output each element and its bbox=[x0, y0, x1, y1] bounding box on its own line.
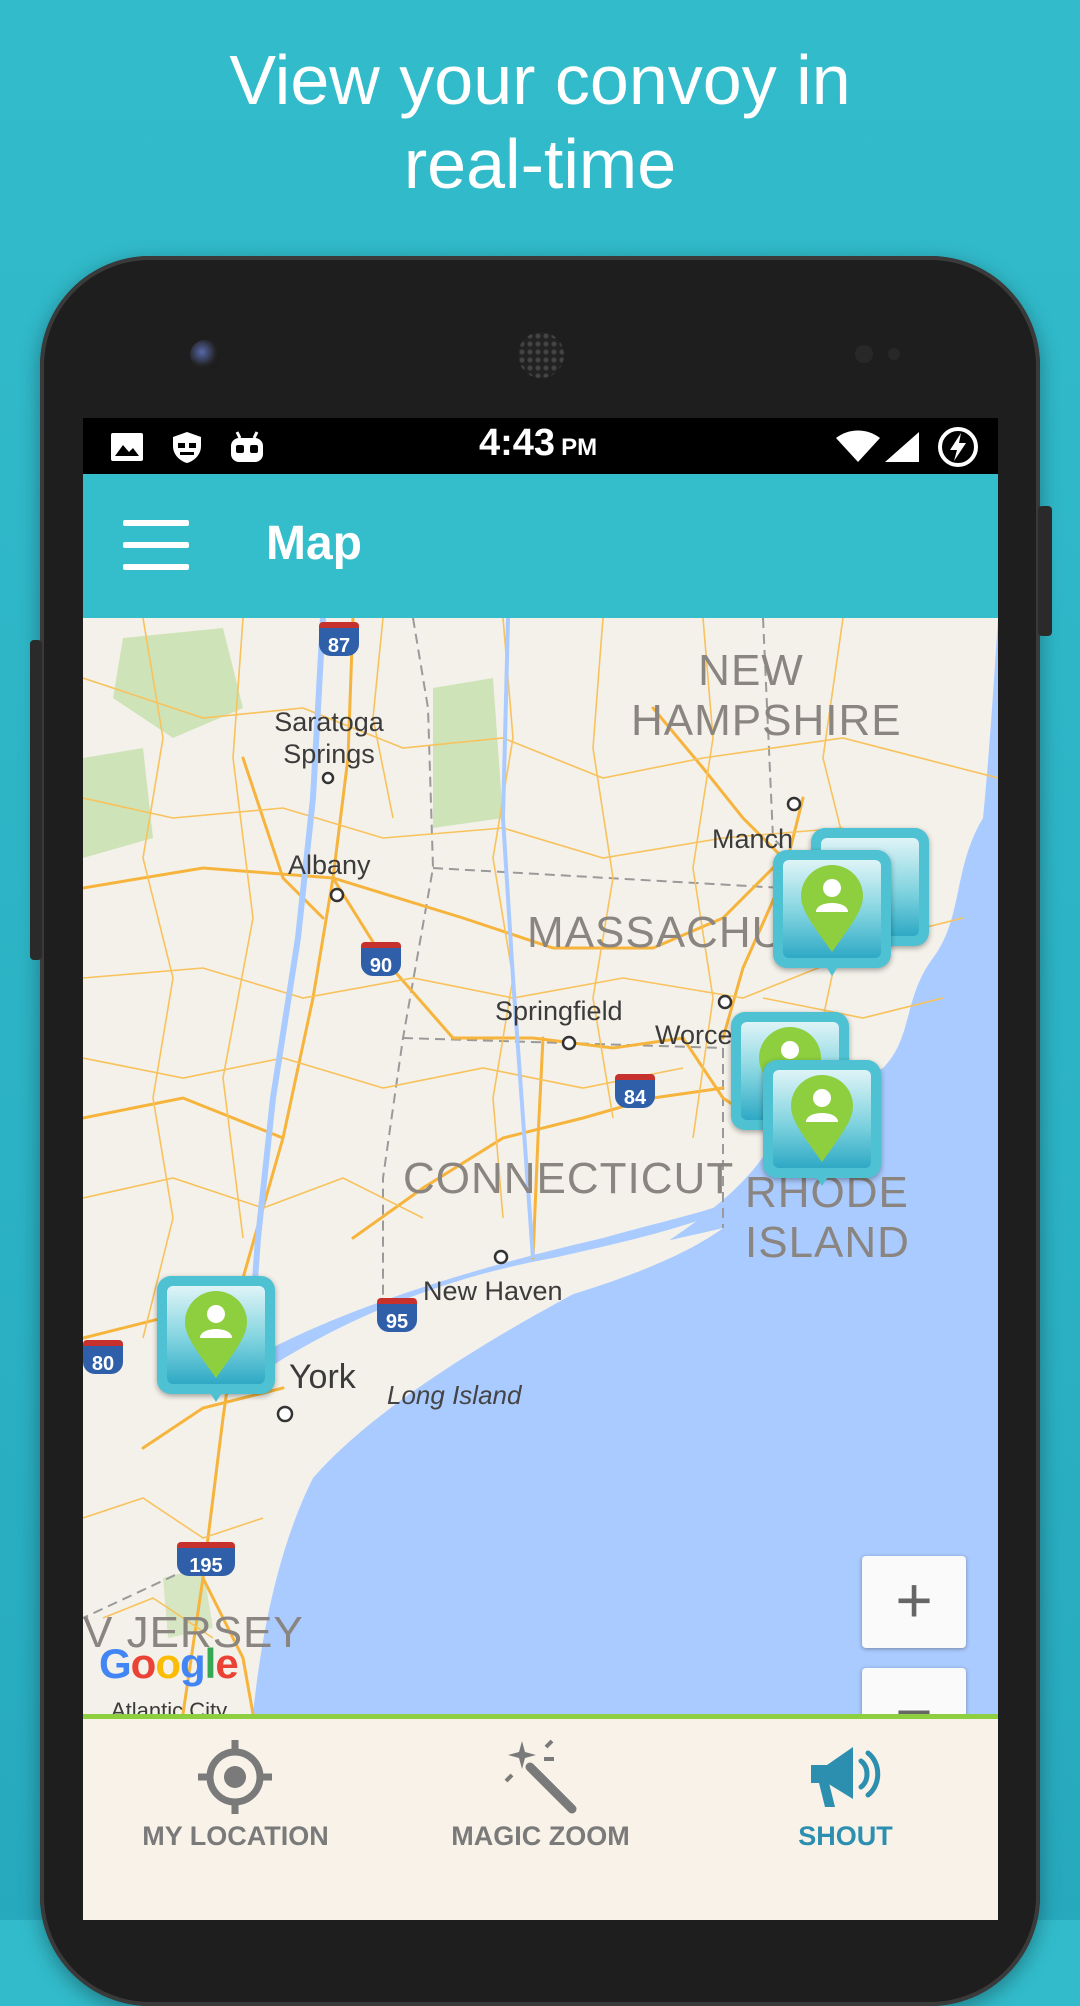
status-bar: 4:43 PM bbox=[83, 418, 998, 474]
tab-my-location[interactable]: MY LOCATION bbox=[83, 1729, 388, 1920]
phone-screen: 4:43 PM Map Saratoga Springs Albany Manc… bbox=[83, 418, 998, 1920]
map-label-massachusetts: MASSACHU bbox=[527, 908, 785, 957]
clock-time: 4:43 bbox=[479, 422, 556, 464]
tab-magic-zoom-label: MAGIC ZOOM bbox=[451, 1821, 630, 1851]
tab-my-location-label: MY LOCATION bbox=[142, 1821, 329, 1851]
headline-line-2: real-time bbox=[403, 125, 677, 203]
light-sensor bbox=[888, 348, 900, 360]
marker-tail bbox=[207, 1388, 225, 1402]
phone-side-button-left bbox=[30, 640, 42, 960]
map-label-atlantic-city: Atlantic City bbox=[111, 1698, 228, 1714]
park-area bbox=[433, 678, 503, 828]
magic-wand-icon bbox=[504, 1739, 577, 1814]
highway-shield-95: 95 bbox=[377, 1298, 417, 1333]
person-pin-icon bbox=[791, 1075, 853, 1162]
map-label-springfield: Springfield bbox=[495, 996, 623, 1026]
headline-line-1: View your convoy in bbox=[229, 41, 851, 119]
person-pin-icon bbox=[801, 865, 863, 952]
promo-headline: View your convoy in real-time bbox=[0, 38, 1080, 206]
phone-side-button-right bbox=[1038, 506, 1052, 636]
map-label-saratoga: Saratoga Springs bbox=[274, 707, 384, 769]
convoy-member-marker[interactable] bbox=[157, 1276, 275, 1402]
map-label-albany: Albany bbox=[288, 850, 371, 880]
marker-tail bbox=[823, 962, 841, 976]
map-label-new-hampshire: NEW HAMPSHIRE bbox=[631, 646, 902, 745]
hamburger-icon-bar-3 bbox=[123, 564, 189, 570]
bottom-navigation: MY LOCATION MAGIC ZOOM SHOUT bbox=[83, 1714, 998, 1920]
hamburger-menu-button[interactable] bbox=[123, 518, 193, 574]
app-bar: Map bbox=[83, 474, 998, 618]
highway-shield-195: 195 bbox=[177, 1542, 235, 1577]
incognito-icon bbox=[173, 432, 201, 463]
person-pin-icon bbox=[185, 1291, 247, 1378]
map-label-connecticut: CONNECTICUT bbox=[403, 1154, 735, 1203]
map-label-new-york: York bbox=[289, 1358, 356, 1396]
hamburger-icon-bar-1 bbox=[123, 520, 189, 526]
earpiece-speaker bbox=[518, 332, 564, 378]
hamburger-icon-bar-2 bbox=[123, 542, 189, 548]
clock: 4:43 PM bbox=[479, 422, 597, 465]
megaphone-icon bbox=[811, 1747, 881, 1807]
cell-signal-icon bbox=[885, 432, 919, 462]
tab-shout[interactable]: SHOUT bbox=[693, 1729, 998, 1920]
park-area bbox=[83, 748, 153, 858]
app-bar-title: Map bbox=[266, 517, 362, 570]
convoy-member-marker[interactable] bbox=[763, 1060, 881, 1186]
park-area bbox=[113, 628, 243, 738]
front-camera bbox=[190, 340, 220, 370]
image-icon bbox=[111, 433, 143, 461]
map-label-long-island: Long Island bbox=[387, 1380, 522, 1410]
highway-shield-84: 84 bbox=[615, 1074, 655, 1109]
convoy-member-marker[interactable] bbox=[773, 850, 891, 976]
highway-shield-90: 90 bbox=[361, 942, 401, 977]
highway-shield-87: 87 bbox=[319, 622, 359, 657]
google-attribution-logo: Google bbox=[99, 1640, 239, 1687]
android-robot-icon bbox=[231, 431, 263, 462]
tab-magic-zoom[interactable]: MAGIC ZOOM bbox=[388, 1729, 693, 1920]
highway-shield-80: 80 bbox=[83, 1340, 123, 1375]
map-view[interactable]: Saratoga Springs Albany Manch Springfiel… bbox=[83, 618, 998, 1714]
map-label-worcester: Worce bbox=[655, 1020, 733, 1050]
zoom-out-button[interactable]: − bbox=[862, 1668, 966, 1714]
target-icon bbox=[198, 1740, 272, 1814]
zoom-in-button[interactable]: + bbox=[862, 1556, 966, 1648]
marker-tail bbox=[813, 1172, 831, 1186]
clock-ampm: PM bbox=[561, 434, 598, 461]
wifi-icon bbox=[836, 430, 880, 462]
map-label-new-haven: New Haven bbox=[423, 1276, 563, 1306]
battery-charging-icon bbox=[938, 427, 978, 467]
proximity-sensor bbox=[855, 345, 873, 363]
tab-shout-label: SHOUT bbox=[798, 1821, 893, 1851]
